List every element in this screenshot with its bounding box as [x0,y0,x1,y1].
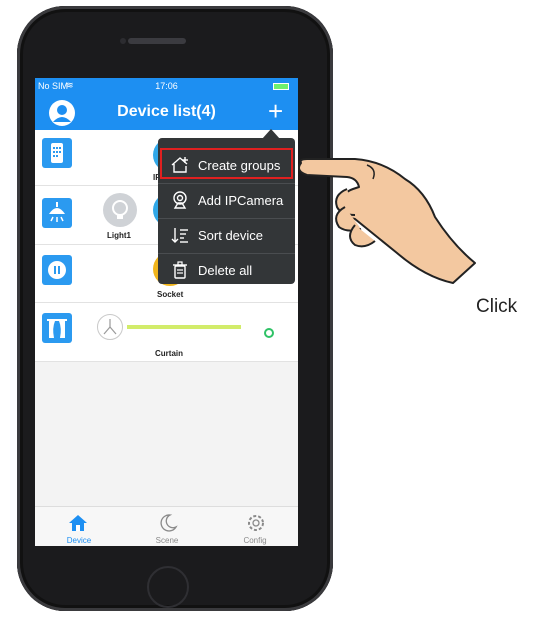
device-label: Socket [157,290,184,299]
nav-bar: Device list(4) + [35,96,298,130]
tab-bar: Device Scene Config [35,506,298,546]
sort-icon [171,228,188,243]
status-time: 17:06 [155,81,178,91]
earpiece-speaker [128,38,186,44]
camera-icon [173,191,187,209]
status-bar: No SIM ≋ 17:06 [35,78,298,96]
tab-label: Device [66,536,92,545]
pointing-hand-icon [298,158,476,284]
ceiling-light-icon [42,198,72,228]
menu-item-label: Delete all [198,263,253,278]
socket-icon [42,255,72,285]
menu-item-label: Sort device [198,228,264,243]
curtain-close-icon[interactable] [97,314,123,340]
menu-item-delete-all[interactable]: Delete all [158,253,295,288]
curtain-slider-track[interactable] [127,325,241,329]
page-title: Device list(4) [117,103,216,120]
curtain-icon [42,313,72,343]
tab-config[interactable]: Config [211,507,298,546]
home-icon [69,515,87,531]
tab-label: Scene [155,536,179,545]
tab-label: Config [243,536,267,545]
gear-icon [248,515,264,531]
menu-item-sort-device[interactable]: Sort device [158,218,295,254]
remote-icon [42,138,72,168]
menu-item-add-ipcamera[interactable]: Add IPCamera [158,183,295,219]
device-label: Light1 [107,231,131,240]
home-button[interactable] [147,566,189,608]
menu-item-label: Add IPCamera [198,193,284,208]
trash-icon [173,261,187,279]
add-icon[interactable]: + [268,98,283,124]
battery-icon [273,83,289,90]
curtain-open-icon[interactable] [264,328,274,338]
device-row-curtain[interactable]: Curtain [35,303,298,362]
tab-scene[interactable]: Scene [123,507,211,546]
moon-icon [160,514,178,532]
front-camera [120,38,126,44]
lightbulb-icon[interactable] [103,193,137,227]
tab-device[interactable]: Device [35,507,123,546]
highlight-box [160,148,293,179]
device-label: Curtain [155,349,183,358]
click-annotation: Click [476,296,518,317]
